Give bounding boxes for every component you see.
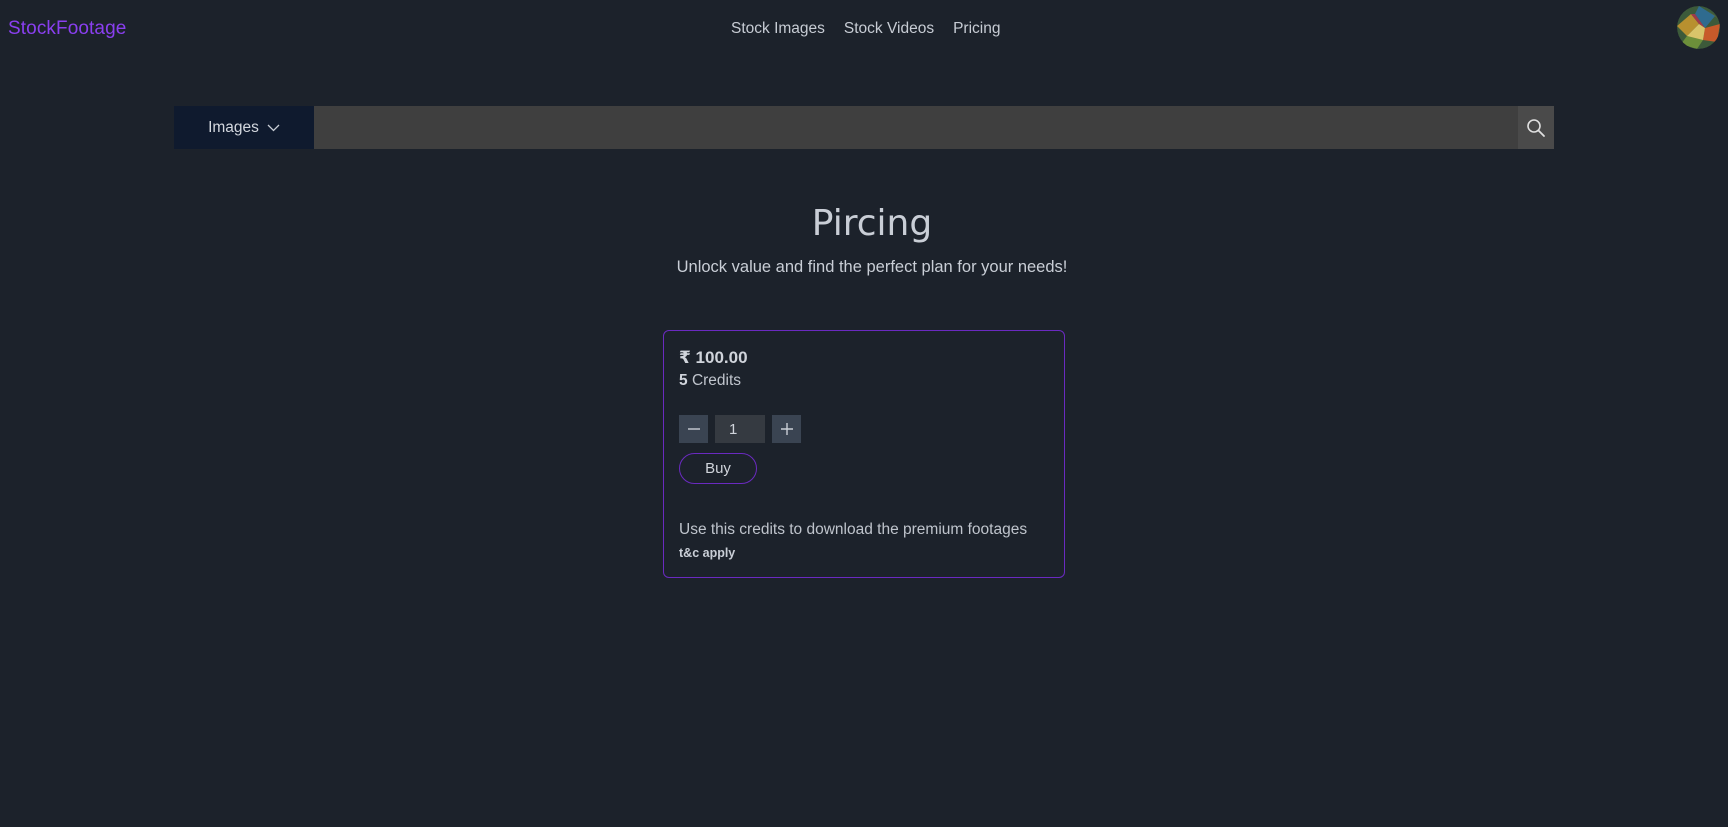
top-navigation-bar: StockFootage Stock Images Stock Videos P…	[0, 0, 1728, 62]
plus-icon	[780, 423, 793, 435]
search-bar: Images	[174, 106, 1554, 149]
plan-description: Use this credits to download the premium…	[679, 521, 1028, 538]
main-nav: Stock Images Stock Videos Pricing	[731, 20, 1000, 38]
credits-count: 5	[679, 372, 688, 389]
buy-button[interactable]: Buy	[679, 453, 757, 484]
search-button[interactable]	[1518, 106, 1554, 149]
nav-pricing[interactable]: Pricing	[953, 20, 1000, 38]
plan-credits: 5 Credits	[679, 372, 741, 390]
increment-button[interactable]	[772, 415, 801, 443]
decrement-button[interactable]	[679, 415, 708, 443]
quantity-stepper	[679, 415, 801, 443]
page-title: Pircing	[811, 203, 933, 244]
page-subtitle: Unlock value and find the perfect plan f…	[676, 258, 1068, 276]
terms-note: t&c apply	[679, 546, 736, 560]
plan-price: ₹ 100.00	[679, 348, 748, 367]
pricing-card: ₹ 100.00 5 Credits Buy Use this credits …	[663, 330, 1065, 578]
avatar-image	[1677, 6, 1720, 49]
search-input[interactable]	[314, 106, 1518, 149]
chevron-down-icon	[267, 124, 280, 131]
brand-logo[interactable]: StockFootage	[8, 18, 126, 40]
quantity-input[interactable]	[715, 415, 765, 443]
nav-stock-images[interactable]: Stock Images	[731, 20, 825, 38]
search-icon	[1527, 118, 1545, 137]
user-avatar[interactable]	[1677, 6, 1720, 49]
nav-stock-videos[interactable]: Stock Videos	[844, 20, 934, 38]
search-type-dropdown[interactable]: Images	[174, 106, 314, 149]
credits-label: Credits	[691, 372, 742, 389]
search-type-label: Images	[208, 118, 259, 136]
minus-icon	[687, 428, 700, 430]
